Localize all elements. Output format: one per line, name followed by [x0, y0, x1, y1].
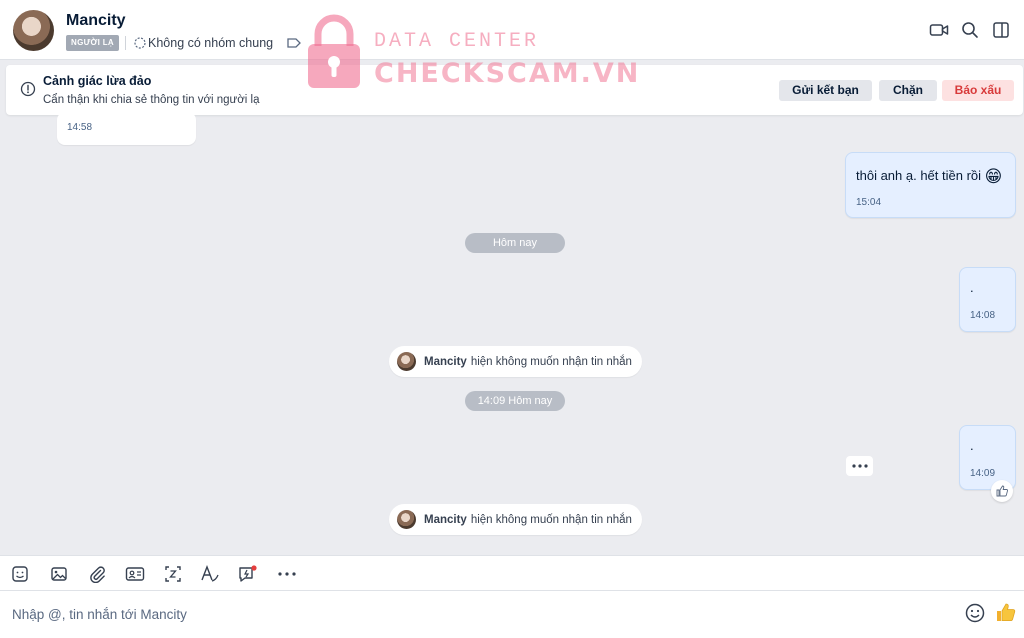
common-groups-text[interactable]: Không có nhóm chung [148, 36, 273, 50]
time-divider: 14:09 Hôm nay [465, 391, 565, 411]
message-bubble-outgoing[interactable]: thôi anh ạ. hết tiền rồi 😁 15:04 [845, 152, 1016, 218]
video-call-icon[interactable] [928, 19, 950, 41]
message-more-icon[interactable] [846, 456, 873, 476]
watermark-lock-icon [304, 12, 364, 90]
grin-emoji-icon: 😁 [984, 167, 1003, 186]
composer [0, 591, 1024, 638]
warning-icon [20, 81, 36, 97]
sticker-icon[interactable] [10, 564, 30, 584]
date-divider: Hôm nay [465, 233, 565, 253]
notice-name[interactable]: Mancity [424, 514, 467, 526]
block-button[interactable]: Chặn [879, 80, 937, 101]
report-button[interactable]: Báo xấu [942, 80, 1014, 101]
notice-avatar [397, 510, 416, 529]
composer-toolbar [0, 555, 1024, 591]
message-text: . [970, 438, 974, 453]
emoji-icon[interactable] [964, 602, 986, 624]
notice-text: hiện không muốn nhận tin nhắn [470, 355, 632, 368]
message-bubble-outgoing[interactable]: . 14:09 [959, 425, 1016, 490]
notice-avatar [397, 352, 416, 371]
image-icon[interactable] [49, 564, 69, 584]
screenshot-icon[interactable] [163, 564, 183, 584]
message-time: 15:04 [856, 197, 882, 208]
message-time: 14:58 [67, 122, 93, 133]
watermark-line-1: DATA CENTER [374, 30, 540, 53]
message-bubble-outgoing[interactable]: . 14:08 [959, 267, 1016, 332]
react-like-icon[interactable] [991, 480, 1013, 502]
more-icon[interactable] [277, 564, 297, 584]
quick-message-icon[interactable] [238, 564, 258, 584]
sidebar-toggle-icon[interactable] [990, 19, 1012, 41]
tag-icon[interactable] [286, 36, 302, 50]
add-friend-button[interactable]: Gửi kết bạn [779, 80, 872, 101]
message-bubble-incoming[interactable]: 14:58 [57, 112, 196, 145]
watermark-line-2: CHECKSCAM.VN [374, 58, 641, 89]
search-icon[interactable] [959, 19, 981, 41]
header-divider [125, 36, 126, 50]
notice-name[interactable]: Mancity [424, 356, 467, 368]
text-format-icon[interactable] [200, 564, 220, 584]
attach-icon[interactable] [87, 564, 107, 584]
notice-text: hiện không muốn nhận tin nhắn [470, 513, 632, 526]
contact-card-icon[interactable] [125, 564, 145, 584]
message-time: 14:09 [970, 468, 996, 479]
banner-title: Cảnh giác lừa đảo [43, 74, 152, 88]
group-icon [133, 36, 147, 50]
thumbs-up-icon[interactable] [995, 601, 1017, 623]
message-text: thôi anh ạ. hết tiền rồi 😁 [856, 167, 1003, 186]
banner-description: Cẩn thận khi chia sẻ thông tin với người… [43, 94, 260, 106]
system-notice: Mancity hiện không muốn nhận tin nhắn [389, 504, 642, 535]
message-time: 14:08 [970, 310, 996, 321]
stranger-badge: NGƯỜI LẠ [66, 35, 119, 51]
message-text: . [970, 280, 974, 295]
contact-name[interactable]: Mancity [66, 12, 126, 30]
message-input[interactable] [12, 603, 912, 625]
system-notice: Mancity hiện không muốn nhận tin nhắn [389, 346, 642, 377]
contact-avatar[interactable] [13, 10, 54, 51]
